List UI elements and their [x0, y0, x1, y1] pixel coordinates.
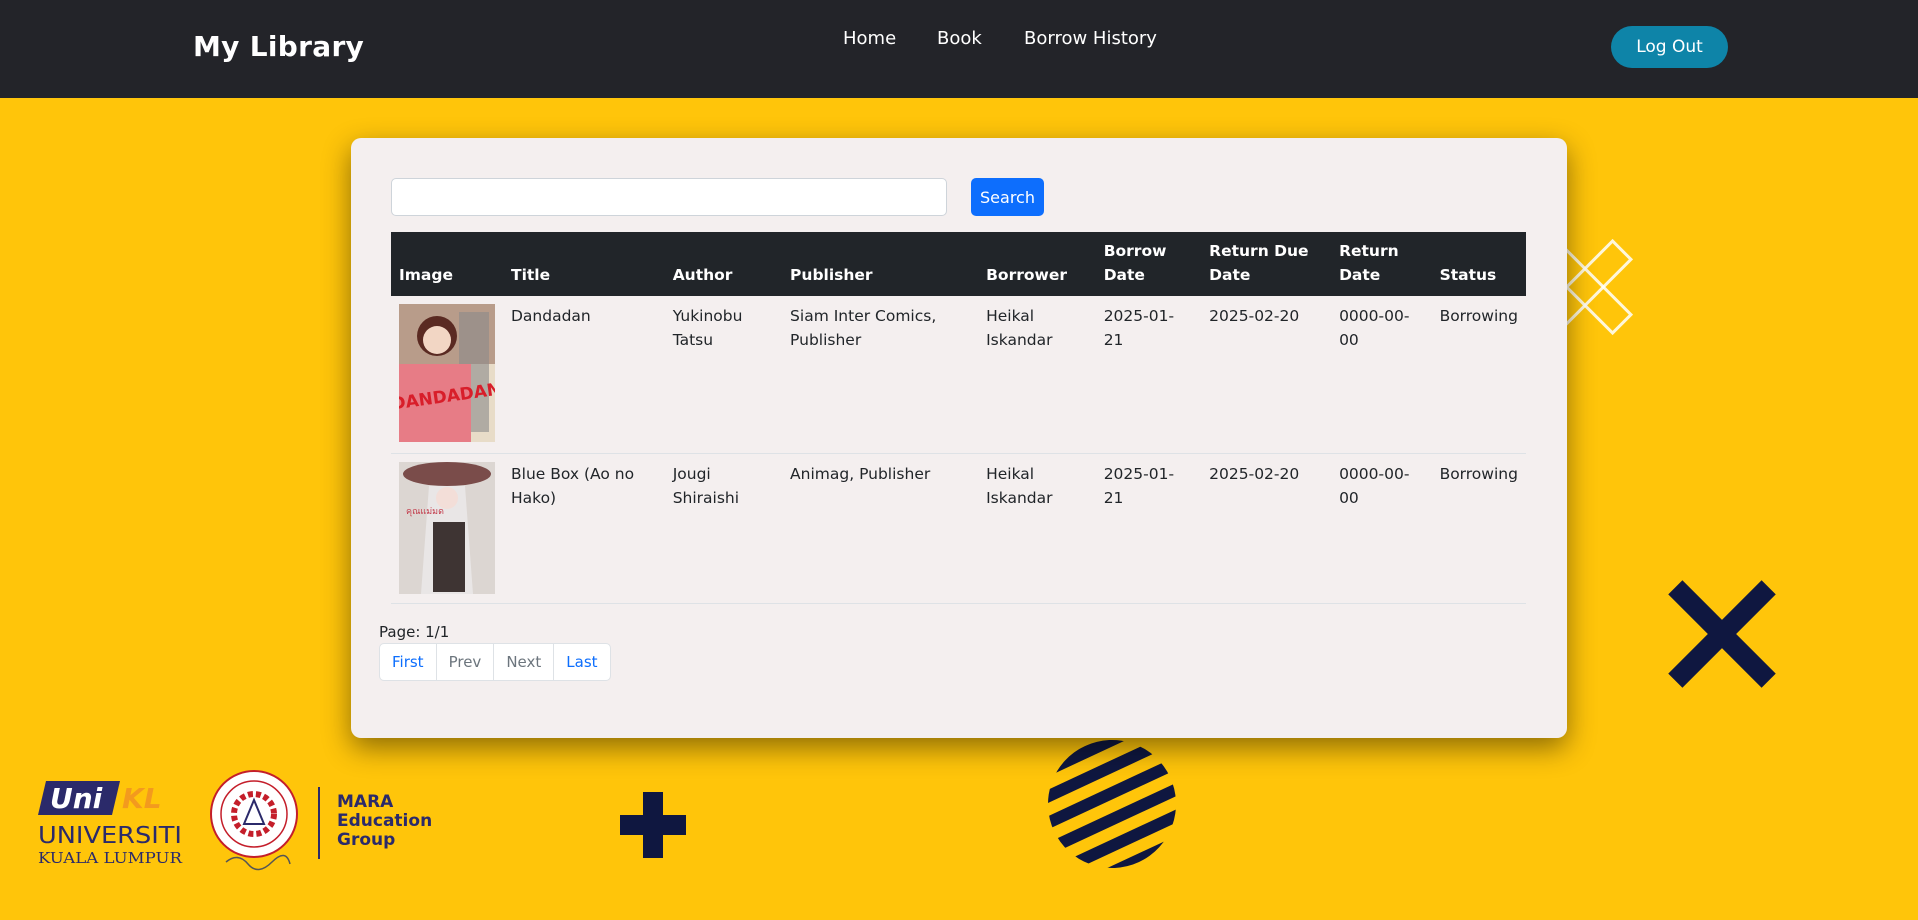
pagination: First Prev Next Last	[379, 643, 611, 681]
unikl-logo: Uni KL UNIVERSITI KUALA LUMPUR	[38, 781, 183, 867]
brand-logo[interactable]: My Library	[193, 30, 364, 63]
svg-text:Uni: Uni	[50, 782, 103, 815]
cell-title: Dandadan	[503, 296, 665, 454]
navbar: My Library Home Book Borrow History Log …	[0, 0, 1918, 98]
cell-return-due-date: 2025-02-20	[1201, 296, 1332, 454]
table-row: DANDADAN Dandadan Yukinobu Tatsu Siam In…	[391, 296, 1526, 454]
book-cover-image: คุณแม่มด	[399, 461, 495, 594]
cover-cell: คุณแม่มด	[391, 453, 503, 604]
plus-icon	[620, 792, 686, 858]
cell-author: Yukinobu Tatsu	[664, 296, 783, 454]
pagination-last[interactable]: Last	[554, 644, 609, 680]
cell-publisher: Animag, Publisher	[782, 453, 979, 604]
pagination-first[interactable]: First	[380, 644, 437, 680]
page-indicator: Page: 1/1	[379, 623, 450, 641]
cell-borrower: Heikal Iskandar	[978, 453, 1096, 604]
cell-publisher: Siam Inter Comics, Publisher	[782, 296, 979, 454]
mara-education-text: MARA Education Group	[337, 793, 432, 850]
mara-seal-logo	[210, 770, 298, 871]
header-borrower: Borrower	[986, 266, 1067, 284]
header-author: Author	[672, 266, 733, 284]
search-input[interactable]	[391, 178, 947, 216]
cell-title: Blue Box (Ao no Hako)	[503, 453, 665, 604]
header-return-date: Return Date	[1339, 242, 1399, 284]
cell-return-due-date: 2025-02-20	[1201, 453, 1332, 604]
svg-text:KL: KL	[122, 782, 162, 815]
borrow-table: Image Title Author Publisher Borrower Bo…	[391, 232, 1526, 604]
university-line2: KUALA LUMPUR	[38, 849, 183, 867]
borrow-history-card: Search Image Title Author Publisher Borr…	[351, 138, 1567, 738]
cell-return-date: 0000-00-00	[1331, 296, 1432, 454]
striped-circle-icon	[1046, 738, 1178, 870]
nav-borrow-history[interactable]: Borrow History	[1024, 28, 1157, 49]
cell-return-date: 0000-00-00	[1331, 453, 1432, 604]
pagination-prev[interactable]: Prev	[437, 644, 495, 680]
pagination-next[interactable]: Next	[494, 644, 555, 680]
cover-cell: DANDADAN	[391, 296, 503, 454]
mara-line3: Group	[337, 830, 396, 850]
cell-author: Jougi Shiraishi	[664, 453, 783, 604]
header-return-due-date: Return Due Date	[1209, 242, 1309, 284]
table-row: คุณแม่มด Blue Box (Ao no Hako) Jougi Shi…	[391, 453, 1526, 604]
mara-line2: Education	[337, 811, 433, 831]
mara-line1: MARA	[337, 792, 394, 812]
header-title: Title	[511, 266, 551, 284]
cell-status: Borrowing	[1431, 453, 1526, 604]
header-status: Status	[1439, 266, 1497, 284]
nav-book[interactable]: Book	[937, 28, 982, 49]
cell-status: Borrowing	[1431, 296, 1526, 454]
header-image: Image	[399, 266, 453, 284]
book-cover-image: DANDADAN	[399, 304, 495, 442]
cell-borrow-date: 2025-01-21	[1095, 453, 1202, 604]
cell-borrower: Heikal Iskandar	[978, 296, 1096, 454]
header-publisher: Publisher	[790, 266, 873, 284]
logo-divider	[318, 787, 320, 859]
cover-title-text: คุณแม่มด	[406, 507, 444, 517]
logout-button[interactable]: Log Out	[1611, 26, 1728, 68]
search-button[interactable]: Search	[971, 178, 1044, 216]
table-header-row: Image Title Author Publisher Borrower Bo…	[391, 232, 1526, 296]
university-line1: UNIVERSITI	[38, 823, 182, 849]
header-borrow-date: Borrow Date	[1103, 242, 1167, 284]
x-icon	[1668, 580, 1776, 688]
nav-home[interactable]: Home	[843, 28, 896, 49]
cell-borrow-date: 2025-01-21	[1095, 296, 1202, 454]
